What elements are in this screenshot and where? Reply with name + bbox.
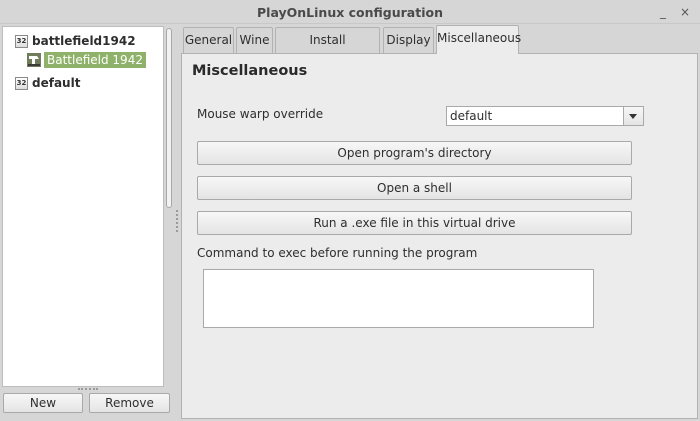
open-program-directory-button[interactable]: Open program's directory xyxy=(197,141,632,165)
tree-item-battlefield-1942-program[interactable]: Battlefield 1942 xyxy=(27,51,146,69)
tab-general[interactable]: General xyxy=(183,27,234,53)
wine-prefix-icon: 32 xyxy=(15,76,28,90)
chevron-down-icon xyxy=(629,114,637,119)
tab-display[interactable]: Display xyxy=(383,27,434,53)
pane-resize-grip[interactable] xyxy=(78,388,98,391)
game-icon xyxy=(27,53,41,67)
tab-miscellaneous[interactable]: Miscellaneous xyxy=(436,25,521,54)
prefix-tree: 32 battlefield1942 Battlefield 1942 32 d… xyxy=(2,26,164,387)
close-button[interactable]: × xyxy=(677,4,693,20)
page-title: Miscellaneous xyxy=(192,63,308,79)
tab-wine[interactable]: Wine xyxy=(236,27,273,53)
splitter-grip[interactable] xyxy=(176,210,179,232)
tree-item-label: Battlefield 1942 xyxy=(44,52,146,68)
mouse-warp-dropdown-button[interactable] xyxy=(624,106,644,126)
tree-item-default-prefix[interactable]: 32 default xyxy=(15,74,80,92)
run-exe-button[interactable]: Run a .exe file in this virtual drive xyxy=(197,211,632,235)
scrollbar-thumb[interactable] xyxy=(166,28,172,208)
command-textarea[interactable] xyxy=(203,269,594,328)
prefix-sidebar: 32 battlefield1942 Battlefield 1942 32 d… xyxy=(0,24,176,421)
mouse-warp-label: Mouse warp override xyxy=(197,107,324,121)
mouse-warp-select[interactable]: default xyxy=(446,106,624,126)
remove-button[interactable]: Remove xyxy=(89,393,170,413)
tree-item-battlefield1942-prefix[interactable]: 32 battlefield1942 xyxy=(15,32,136,50)
new-button[interactable]: New xyxy=(3,393,83,413)
config-notebook: General Wine Install components Display … xyxy=(181,24,698,419)
miscellaneous-page: Miscellaneous Mouse warp override defaul… xyxy=(181,53,698,419)
window-title: PlayOnLinux configuration xyxy=(257,5,443,20)
tree-item-label: battlefield1942 xyxy=(32,34,136,48)
minimize-button[interactable]: _ xyxy=(655,4,671,20)
tree-item-label: default xyxy=(32,76,81,90)
tab-install-components[interactable]: Install components xyxy=(275,27,380,71)
wine-prefix-icon: 32 xyxy=(15,34,28,48)
open-shell-button[interactable]: Open a shell xyxy=(197,176,632,200)
title-bar: PlayOnLinux configuration _ × xyxy=(0,0,700,24)
command-label: Command to exec before running the progr… xyxy=(197,246,478,260)
tree-scrollbar[interactable] xyxy=(164,26,174,387)
